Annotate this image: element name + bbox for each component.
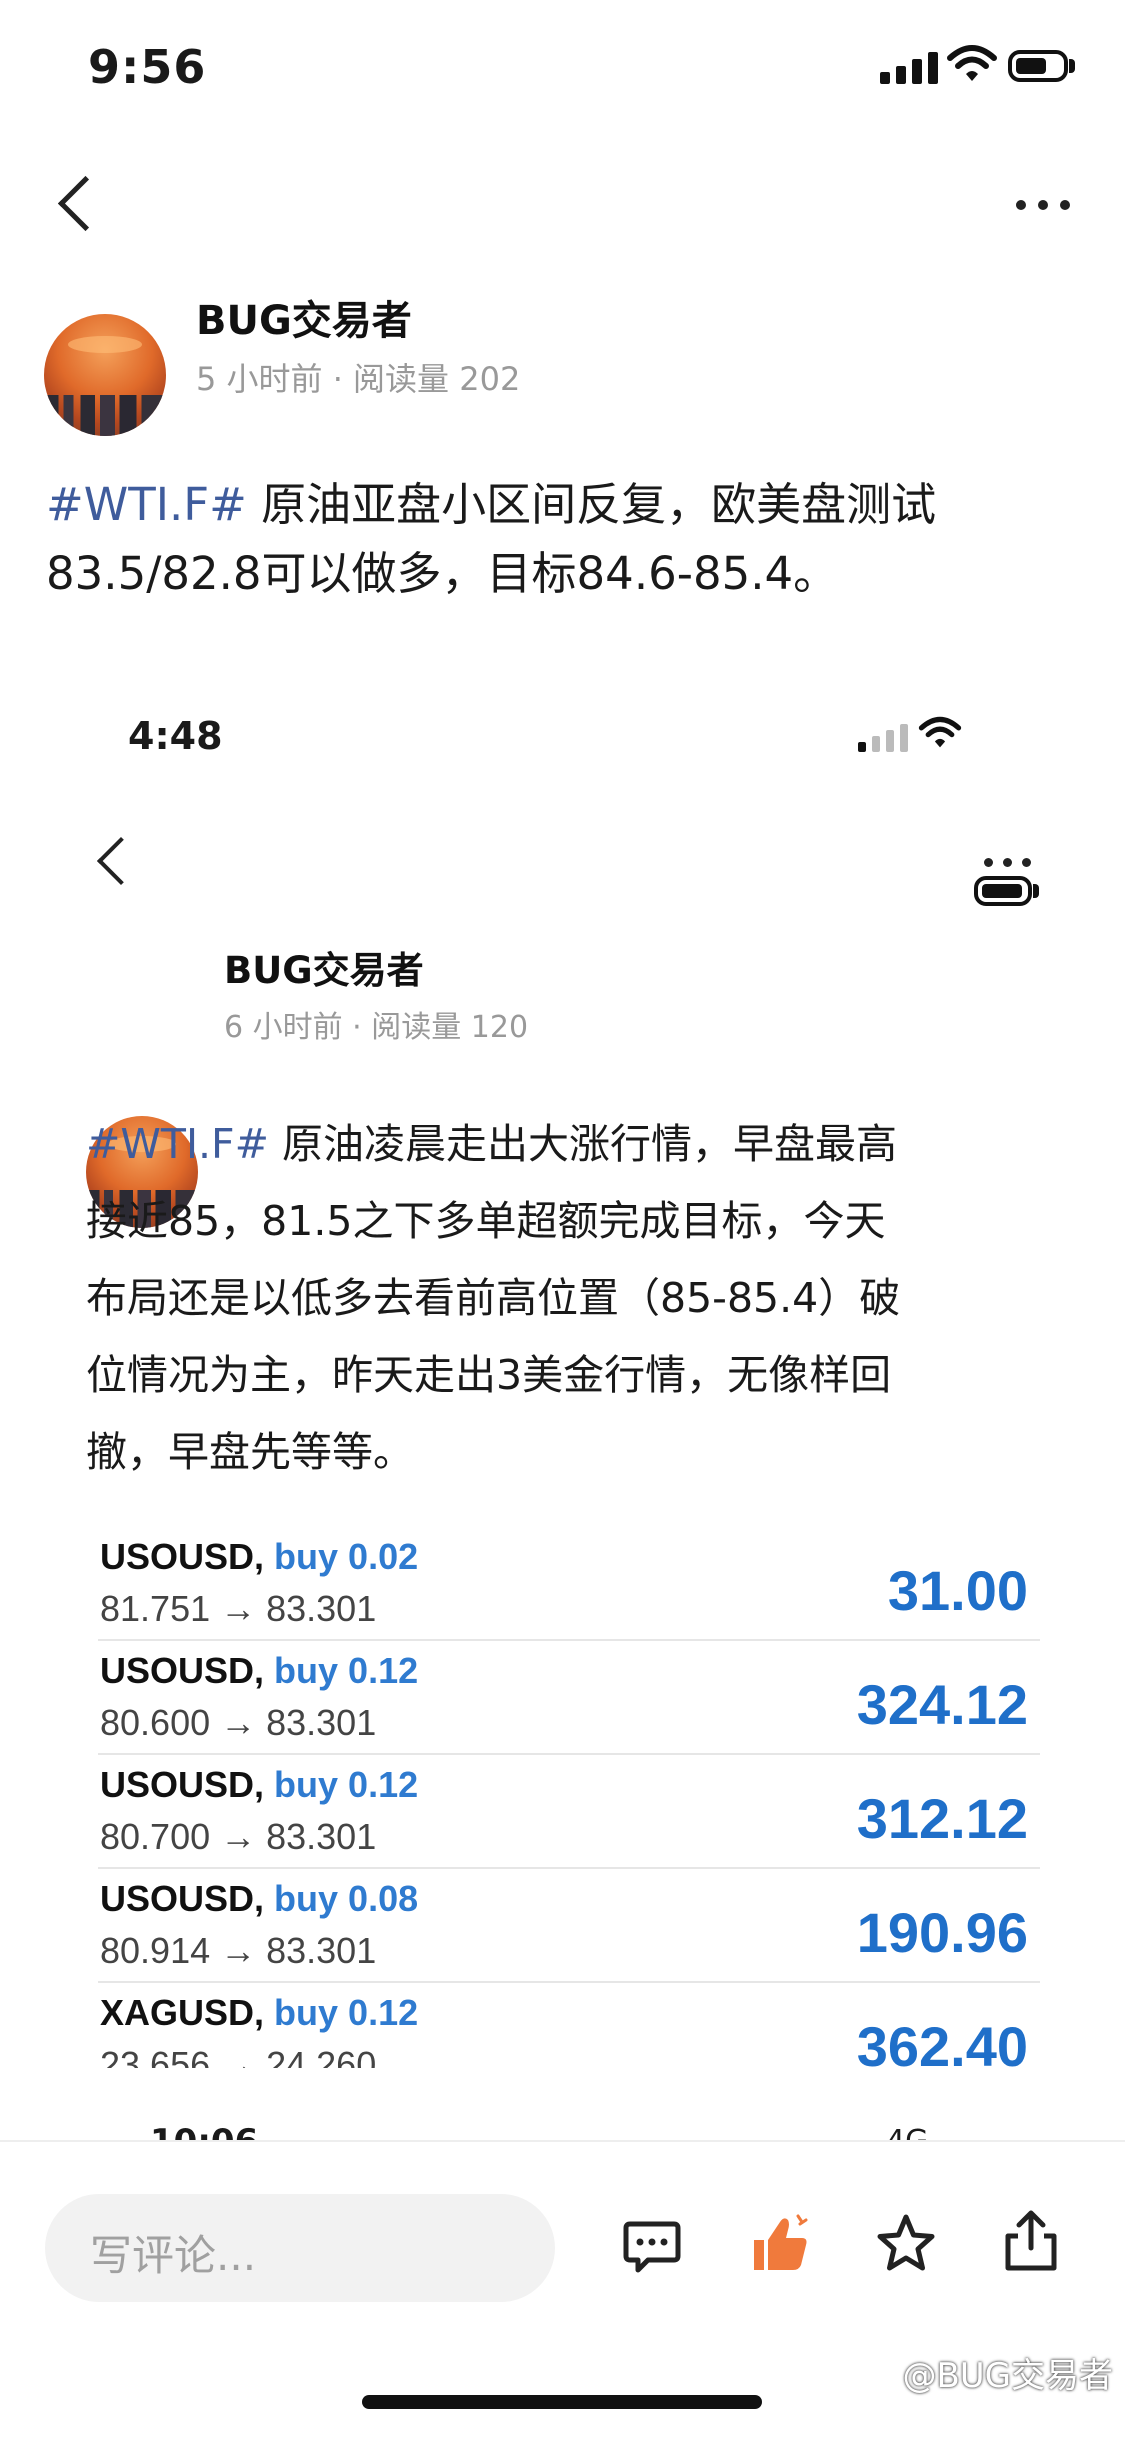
trade-action: buy 0.08 [274, 1878, 419, 1919]
trade-route: 81.751 → 83.301 [100, 1588, 377, 1629]
trade-symbol-line: USOUSD, buy 0.08 [100, 1878, 418, 1920]
trade-symbol: XAGUSD, [100, 1992, 265, 2033]
embedded-post-line: 撤，早盘先等等。 [86, 1428, 414, 1476]
embedded-post-line: 布局还是以低多去看前高位置（85-85.4）破 [86, 1274, 901, 1322]
trade-symbol: USOUSD, [100, 1878, 265, 1919]
trade-row: USOUSD, buy 0.12 80.600 → 83.301 324.12 [98, 1642, 1040, 1755]
embedded-post-line: 接近85，81.5之下多单超额完成目标，今天 [86, 1197, 886, 1245]
trade-profit: 190.96 [856, 1901, 1028, 1964]
post-meta: 5 小时前 · 阅读量 202 [196, 360, 521, 398]
trade-symbol-line: XAGUSD, buy 0.12 [100, 1992, 418, 2034]
trade-row: USOUSD, buy 0.02 81.751 → 83.301 31.00 [98, 1528, 1040, 1641]
trade-list: USOUSD, buy 0.02 81.751 → 83.301 31.00 U… [0, 1528, 1125, 2068]
watermark: @BUG交易者 [902, 2356, 1113, 2396]
trade-profit: 312.12 [856, 1787, 1028, 1850]
trade-symbol: USOUSD, [100, 1650, 265, 1691]
trade-row: XAGUSD, buy 0.12 23.656 → 24.260 362.40 [98, 1984, 1040, 2068]
trade-action: buy 0.12 [274, 1992, 419, 2033]
home-indicator[interactable] [362, 2395, 762, 2409]
back-icon[interactable] [57, 175, 114, 232]
trade-symbol: USOUSD, [100, 1764, 265, 1805]
trade-symbol-line: USOUSD, buy 0.02 [100, 1536, 418, 1578]
trade-symbol-line: USOUSD, buy 0.12 [100, 1650, 418, 1692]
avatar[interactable] [44, 314, 166, 436]
trade-action: buy 0.12 [274, 1764, 419, 1805]
more-icon[interactable] [1016, 200, 1070, 210]
embedded-status-time: 4:48 [128, 714, 223, 758]
post-line: 83.5/82.8可以做多，目标84.6-85.4。 [46, 547, 839, 600]
star-icon[interactable] [874, 2212, 938, 2276]
post-body: #WTI.F# 原油亚盘小区间反复，欧美盘测试 83.5/82.8可以做多，目标… [46, 470, 1086, 608]
trade-action: buy 0.02 [274, 1536, 419, 1577]
trade-profit: 31.00 [887, 1559, 1028, 1622]
post-line: 原油亚盘小区间反复，欧美盘测试 [246, 478, 937, 531]
comment-icon[interactable] [622, 2218, 682, 2276]
topic-tag[interactable]: #WTI.F# [46, 478, 247, 531]
embedded-wifi-icon [918, 716, 962, 748]
embedded-post-body: #WTI.F# 原油凌晨走出大涨行情，早盘最高 接近85，81.5之下多单超额完… [86, 1106, 1086, 1491]
trade-route: 80.700 → 83.301 [100, 1816, 377, 1857]
embedded-signal-icon [858, 722, 908, 752]
embedded-post-meta: 6 小时前 · 阅读量 120 [224, 1010, 529, 1045]
status-time: 9:56 [88, 40, 207, 94]
comment-input[interactable]: 写评论... [45, 2194, 555, 2302]
trade-profit: 362.40 [856, 2015, 1028, 2068]
trade-route: 80.914 → 83.301 [100, 1930, 377, 1971]
embedded-author-name: BUG交易者 [224, 949, 424, 992]
trade-row: USOUSD, buy 0.08 80.914 → 83.301 190.96 [98, 1870, 1040, 1983]
embedded-battery-icon [974, 876, 1039, 906]
author-name[interactable]: BUG交易者 [196, 288, 412, 346]
comment-placeholder: 写评论... [90, 2231, 257, 2280]
trade-route: 80.600 → 83.301 [100, 1702, 377, 1743]
share-icon[interactable] [1000, 2208, 1062, 2274]
trade-symbol-line: USOUSD, buy 0.12 [100, 1764, 418, 1806]
battery-icon [1008, 50, 1075, 82]
embedded-more-icon [984, 858, 1031, 867]
trade-route: 23.656 → 24.260 [100, 2044, 377, 2068]
trade-symbol: USOUSD, [100, 1536, 265, 1577]
embedded-topic-tag: #WTI.F# [86, 1120, 269, 1168]
embedded-post-line: 位情况为主，昨天走出3美金行情，无像样回 [86, 1351, 892, 1399]
embedded-post-line: 原油凌晨走出大涨行情，早盘最高 [269, 1120, 898, 1168]
embedded-back-icon [96, 836, 146, 886]
trade-action: buy 0.12 [274, 1650, 419, 1691]
trade-row: USOUSD, buy 0.12 80.700 → 83.301 312.12 [98, 1756, 1040, 1869]
like-icon[interactable] [748, 2212, 812, 2276]
trade-profit: 324.12 [856, 1673, 1028, 1736]
bottom-bar: 写评论... @BUG交易者 [0, 2140, 1125, 2438]
signal-icon [880, 50, 938, 84]
wifi-icon [947, 45, 997, 81]
